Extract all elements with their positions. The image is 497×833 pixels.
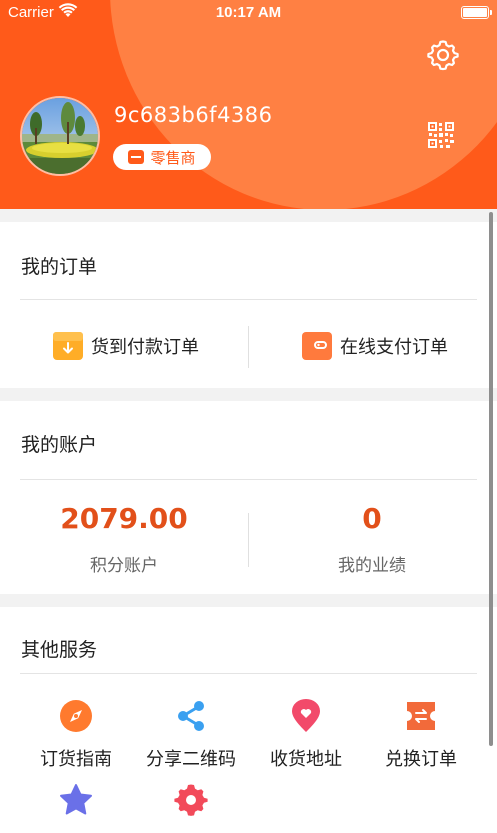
share-qr-code-button[interactable]: 分享二维码 bbox=[129, 699, 253, 771]
compass-icon bbox=[60, 700, 92, 732]
account-divider bbox=[20, 479, 477, 480]
points-balance-value[interactable]: 2079.00 bbox=[0, 502, 248, 535]
star-icon bbox=[60, 784, 92, 815]
battery-icon bbox=[461, 6, 492, 19]
role-badge-label: 零售商 bbox=[150, 148, 196, 167]
qr-code-icon[interactable] bbox=[428, 122, 454, 148]
location-pin-icon bbox=[292, 699, 320, 732]
wallet-icon bbox=[302, 332, 332, 360]
orders-card: 我的订单 货到付款订单 在线支付订单 bbox=[0, 222, 497, 388]
ordering-guide-label: 订货指南 bbox=[40, 749, 112, 770]
settings-button[interactable] bbox=[129, 783, 253, 829]
share-qr-code-label: 分享二维码 bbox=[146, 749, 236, 770]
services-divider bbox=[20, 673, 477, 674]
scrollbar[interactable] bbox=[489, 212, 493, 746]
settings-gear-icon[interactable] bbox=[426, 38, 460, 72]
avatar[interactable] bbox=[20, 96, 100, 176]
ordering-guide-button[interactable]: 订货指南 bbox=[14, 699, 138, 771]
performance-value[interactable]: 0 bbox=[248, 502, 496, 535]
delivery-address-label: 收货地址 bbox=[270, 749, 342, 770]
delivery-address-button[interactable]: 收货地址 bbox=[244, 699, 368, 771]
online-payment-orders-button[interactable]: 在线支付订单 bbox=[302, 332, 448, 360]
online-payment-orders-label: 在线支付订单 bbox=[340, 337, 448, 358]
settings-gear-icon bbox=[174, 784, 208, 816]
orders-title: 我的订单 bbox=[21, 256, 98, 278]
services-title: 其他服务 bbox=[21, 639, 98, 661]
cash-on-delivery-orders-label: 货到付款订单 bbox=[91, 337, 199, 358]
role-badge: 零售商 bbox=[113, 144, 211, 170]
cash-on-delivery-orders-button[interactable]: 货到付款订单 bbox=[53, 332, 199, 360]
avatar-landscape-image bbox=[22, 98, 98, 174]
cash-on-delivery-icon bbox=[53, 332, 83, 360]
clock: 10:17 AM bbox=[215, 4, 282, 21]
share-icon bbox=[178, 701, 204, 731]
shop-icon bbox=[128, 150, 145, 164]
account-card: 我的账户 2079.00 积分账户 0 我的业绩 bbox=[0, 401, 497, 594]
status-bar: Carrier 10:17 AM bbox=[0, 0, 497, 26]
username: 9c683b6f4386 bbox=[114, 103, 273, 127]
exchange-orders-label: 兑换订单 bbox=[385, 749, 457, 770]
performance-label[interactable]: 我的业绩 bbox=[248, 551, 496, 576]
exchange-orders-button[interactable]: 兑换订单 bbox=[359, 699, 483, 771]
points-account-label[interactable]: 积分账户 bbox=[0, 551, 248, 576]
exchange-ticket-icon bbox=[407, 702, 435, 730]
favorites-button[interactable] bbox=[14, 783, 138, 829]
profile-header: Carrier 10:17 AM 9c683b6f4386 零售商 bbox=[0, 0, 497, 209]
orders-separator bbox=[248, 326, 249, 368]
orders-divider bbox=[20, 299, 477, 300]
services-card: 其他服务 订货指南 分享二维码 收货地址 兑换订单 bbox=[0, 607, 497, 833]
account-title: 我的账户 bbox=[21, 434, 98, 456]
